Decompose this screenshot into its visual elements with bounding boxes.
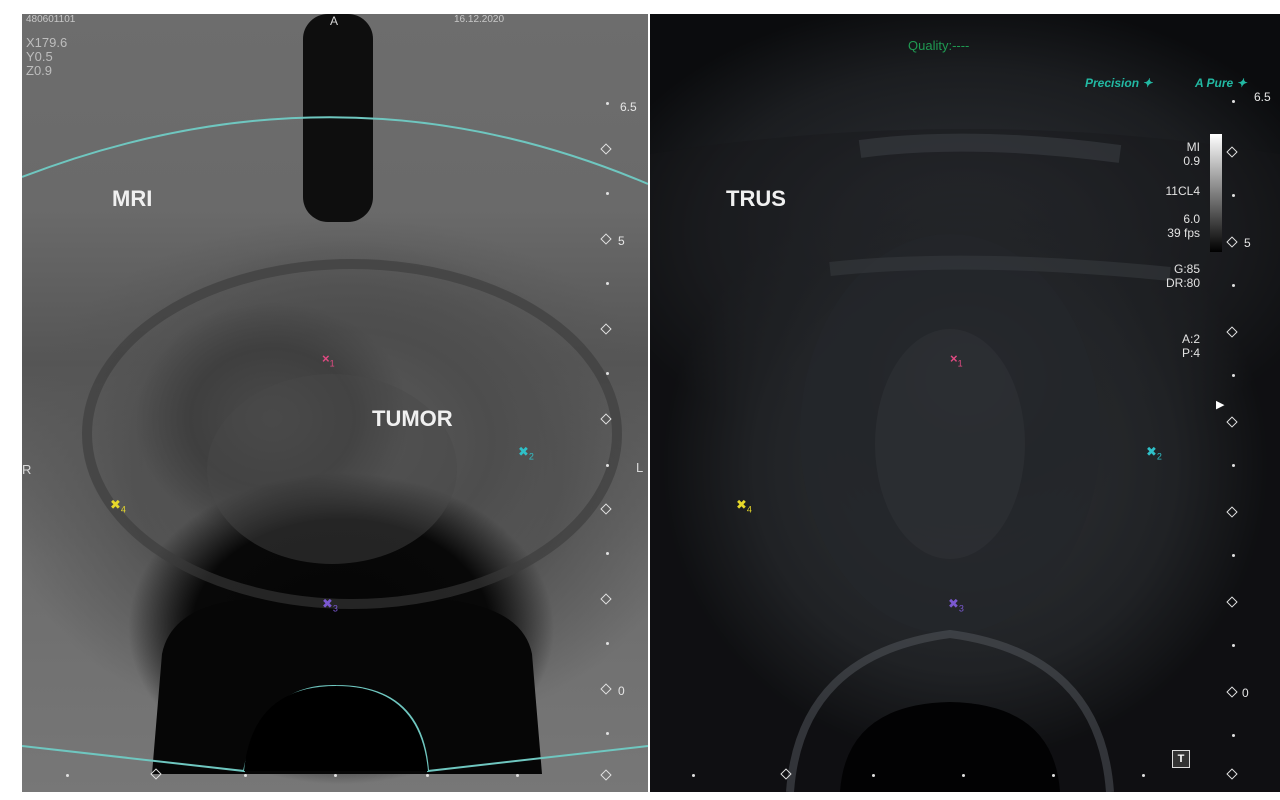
- tumor-label: TUMOR: [372, 406, 453, 431]
- orientation-left: L: [636, 460, 644, 475]
- fiducial-marker-2[interactable]: ✖2: [518, 444, 534, 462]
- dynamic-range: DR:80: [1165, 276, 1200, 290]
- tumor-region: [207, 374, 457, 564]
- mi-value: 0.9: [1183, 154, 1200, 168]
- scale-dot: [606, 372, 609, 375]
- scan-date: 16.12.2020: [454, 14, 505, 25]
- trus-fiducial-marker-4[interactable]: ✖4: [736, 497, 752, 515]
- scale-dot: [606, 642, 609, 645]
- scale-dot: [1232, 464, 1235, 467]
- mri-panel: 480601101 X179.6 Y0.5 Z0.9 A 16.12.2020 …: [22, 14, 648, 792]
- precision-label: Precision ✦: [1085, 76, 1153, 90]
- scale-dot: [1232, 734, 1235, 737]
- quality-indicator: Quality:----: [908, 38, 970, 53]
- scale-dot: [872, 774, 875, 777]
- trus-depth-6-5: 6.5: [1254, 90, 1271, 104]
- scale-dot: [1232, 374, 1235, 377]
- coord-y: Y0.5: [26, 49, 53, 64]
- scale-dot: [66, 774, 69, 777]
- trus-label: TRUS: [726, 186, 786, 211]
- trus-depth-0: 0: [1242, 686, 1249, 700]
- scale-dot: [1232, 554, 1235, 557]
- scale-dot: [1232, 194, 1235, 197]
- apure-label: A Pure ✦: [1195, 76, 1247, 90]
- gain-value: G:85: [1173, 262, 1200, 276]
- trus-fiducial-marker-3[interactable]: ✖3: [948, 596, 964, 614]
- trus-fiducial-marker-1[interactable]: ×1: [950, 351, 963, 369]
- a-value: A:2: [1181, 332, 1200, 346]
- scale-dot: [1142, 774, 1145, 777]
- mi-label: MI: [1186, 140, 1200, 154]
- scale-dot: [606, 102, 609, 105]
- orientation-right: R: [22, 462, 32, 477]
- scale-dot: [244, 774, 247, 777]
- scale-dot: [1232, 284, 1235, 287]
- grayscale-bar: [1210, 134, 1222, 252]
- orientation-anterior: A: [330, 14, 339, 28]
- patient-id: 480601101: [26, 14, 76, 25]
- depth-0: 0: [618, 684, 625, 698]
- trus-depth-5: 5: [1244, 236, 1251, 250]
- fiducial-marker-3[interactable]: ✖3: [322, 596, 338, 614]
- depth-value: 6.0: [1183, 212, 1200, 226]
- scale-dot: [606, 464, 609, 467]
- scale-dot: [962, 774, 965, 777]
- fiducial-marker-4[interactable]: ✖4: [110, 497, 126, 515]
- coord-x: X179.6: [26, 35, 68, 50]
- fiducial-marker-1[interactable]: ×1: [322, 351, 335, 369]
- frame-rate: 39 fps: [1167, 226, 1200, 240]
- scale-dot: [1232, 100, 1235, 103]
- scale-dot: [516, 774, 519, 777]
- trus-overlay-graphics: [650, 129, 1280, 792]
- scale-dot: [606, 192, 609, 195]
- scale-dot: [334, 774, 337, 777]
- focus-marker-icon: ▶: [1216, 399, 1225, 411]
- depth-6-5: 6.5: [620, 100, 637, 114]
- depth-5: 5: [618, 234, 625, 248]
- scale-dot: [426, 774, 429, 777]
- probe-name: 11CL4: [1165, 184, 1200, 198]
- t-button[interactable]: T: [1172, 750, 1190, 768]
- mri-label: MRI: [112, 186, 153, 211]
- p-value: P:4: [1181, 346, 1200, 360]
- scale-dot: [606, 552, 609, 555]
- scale-dot: [606, 732, 609, 735]
- trus-panel: Quality:---- Precision ✦ A Pure ✦ 6.5 TR…: [650, 14, 1280, 792]
- coord-z: Z0.9: [26, 63, 53, 78]
- trus-fiducial-marker-2[interactable]: ✖2: [1146, 444, 1162, 462]
- scale-dot: [1052, 774, 1055, 777]
- mri-overlay-graphics: [22, 14, 648, 774]
- scale-dot: [1232, 644, 1235, 647]
- scale-dot: [692, 774, 695, 777]
- scale-dot: [606, 282, 609, 285]
